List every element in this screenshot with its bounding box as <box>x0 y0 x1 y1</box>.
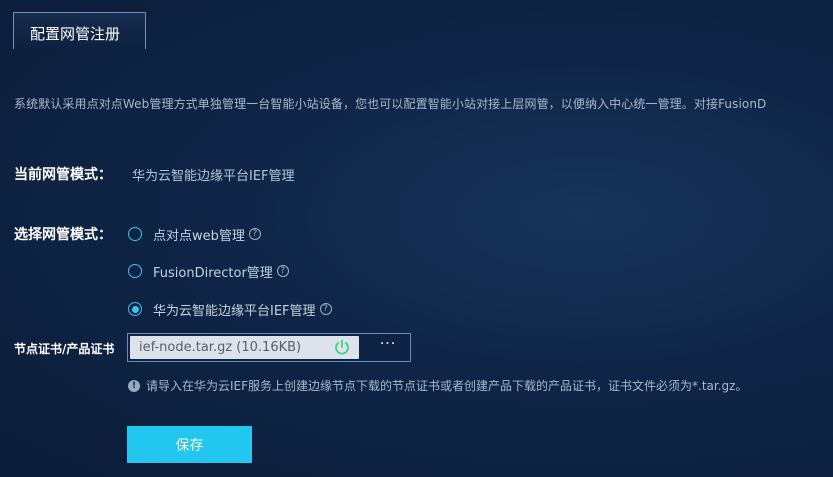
file-name: ief-node.tar.gz (10.16KB) <box>139 340 302 355</box>
current-mode-label: 当前网管模式： <box>14 167 112 183</box>
current-mode-value: 华为云智能边缘平台IEF管理 <box>132 169 295 184</box>
certificate-file-input[interactable]: ief-node.tar.gz (10.16KB) ··· <box>127 333 411 362</box>
radio-option-fusiondirector[interactable]: FusionDirector管理 ? <box>128 263 289 281</box>
radio-button-checked[interactable] <box>128 302 142 316</box>
hint-text: 请导入在华为云IEF服务上创建边缘节点下载的节点证书或者创建产品下载的产品证书，… <box>146 379 748 393</box>
tab-label: 配置网管注册 <box>30 25 121 43</box>
browse-more-button[interactable]: ··· <box>372 337 404 357</box>
radio-button[interactable] <box>128 227 142 241</box>
description-text: 系统默认采用点对点Web管理方式单独管理一台智能小站设备，您也可以配置智能小站对… <box>14 97 767 111</box>
radio-option-huawei-ief[interactable]: 华为云智能边缘平台IEF管理 ? <box>128 301 332 319</box>
selected-file-chip: ief-node.tar.gz (10.16KB) <box>130 336 359 359</box>
radio-option-p2p-web[interactable]: 点对点web管理 ? <box>128 226 261 244</box>
radio-label: FusionDirector管理 <box>153 265 273 281</box>
radio-label: 点对点web管理 <box>153 228 245 244</box>
radio-label: 华为云智能边缘平台IEF管理 <box>153 303 316 319</box>
certificate-label: 节点证书/产品证书 <box>14 342 115 356</box>
help-icon[interactable]: ? <box>276 265 289 277</box>
radio-button[interactable] <box>128 264 142 278</box>
certificate-hint: ! 请导入在华为云IEF服务上创建边缘节点下载的节点证书或者创建产品下载的产品证… <box>128 377 747 394</box>
save-button[interactable]: 保存 <box>127 426 252 463</box>
help-icon[interactable]: ? <box>319 303 332 315</box>
select-mode-label: 选择网管模式： <box>14 227 112 243</box>
tab-configure-nms-registration[interactable]: 配置网管注册 <box>13 12 146 49</box>
info-icon: ! <box>128 379 140 392</box>
upload-success-icon <box>335 339 349 355</box>
help-icon[interactable]: ? <box>248 228 261 240</box>
